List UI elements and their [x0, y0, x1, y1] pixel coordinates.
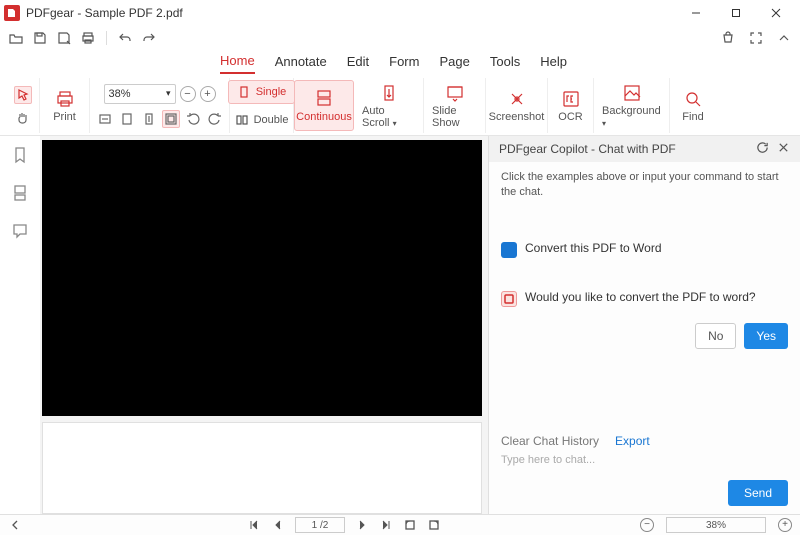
- prev-page-icon[interactable]: [271, 518, 285, 532]
- menu-edit[interactable]: Edit: [347, 54, 369, 73]
- thumbnail-strip[interactable]: [42, 422, 482, 514]
- fullscreen-icon[interactable]: [748, 30, 764, 46]
- auto-scroll-label: Auto Scroll ▾: [362, 105, 415, 129]
- background-icon[interactable]: [622, 83, 642, 103]
- redo-icon[interactable]: [141, 30, 157, 46]
- titlebar: PDFgear - Sample PDF 2.pdf: [0, 0, 800, 26]
- menubar: Home Annotate Edit Form Page Tools Help: [0, 50, 800, 76]
- fit-width-icon[interactable]: [96, 110, 114, 128]
- slide-show-label: Slide Show: [432, 105, 477, 129]
- close-button[interactable]: [756, 0, 796, 26]
- single-page-button[interactable]: Single: [228, 80, 296, 104]
- continuous-icon[interactable]: [314, 89, 334, 109]
- menu-annotate[interactable]: Annotate: [275, 54, 327, 73]
- clear-history-link[interactable]: Clear Chat History: [501, 434, 599, 448]
- statusbar: 1 /2 − 38% +: [0, 514, 800, 535]
- copilot-hint: Click the examples above or input your c…: [501, 170, 788, 201]
- rotate-right-icon[interactable]: [206, 110, 224, 128]
- ocr-icon[interactable]: [561, 89, 581, 109]
- select-tool[interactable]: [14, 86, 32, 104]
- copilot-refresh-icon[interactable]: [756, 141, 769, 157]
- zoom-in-button[interactable]: +: [200, 86, 216, 102]
- zoom-in-status[interactable]: +: [778, 518, 792, 532]
- find-icon[interactable]: [683, 89, 703, 109]
- copilot-bot-message: Would you like to convert the PDF to wor…: [501, 290, 788, 307]
- user-avatar-icon: [501, 242, 517, 258]
- background-label: Background ▾: [602, 105, 661, 129]
- page-rotate-right-icon[interactable]: [427, 518, 441, 532]
- bot-avatar-icon: [501, 291, 517, 307]
- fit-height-icon[interactable]: [140, 110, 158, 128]
- yes-button[interactable]: Yes: [744, 323, 788, 349]
- comments-panel-icon[interactable]: [11, 222, 29, 240]
- page-indicator[interactable]: 1 /2: [295, 517, 345, 533]
- save-as-icon[interactable]: [56, 30, 72, 46]
- thumbnails-panel-icon[interactable]: [11, 184, 29, 202]
- expand-sidebar-icon[interactable]: [8, 518, 22, 532]
- last-page-icon[interactable]: [379, 518, 393, 532]
- minimize-button[interactable]: [676, 0, 716, 26]
- menu-help[interactable]: Help: [540, 54, 567, 73]
- copilot-user-message: Convert this PDF to Word: [501, 241, 788, 258]
- undo-icon[interactable]: [117, 30, 133, 46]
- copilot-panel: PDFgear Copilot - Chat with PDF Click th…: [488, 136, 800, 514]
- zoom-out-status[interactable]: −: [640, 518, 654, 532]
- bot-message-text: Would you like to convert the PDF to wor…: [525, 290, 756, 304]
- page-rotate-left-icon[interactable]: [403, 518, 417, 532]
- continuous-label: Continuous: [296, 111, 352, 123]
- shopping-icon[interactable]: [720, 30, 736, 46]
- print-label: Print: [53, 111, 76, 123]
- window-title: PDFgear - Sample PDF 2.pdf: [26, 6, 676, 20]
- double-label: Double: [254, 114, 289, 126]
- ribbon-toolbar: Print 38%▾ − + Single Double Continuous …: [0, 76, 800, 136]
- bookmark-panel-icon[interactable]: [11, 146, 29, 164]
- menu-form[interactable]: Form: [389, 54, 419, 73]
- menu-home[interactable]: Home: [220, 53, 255, 74]
- actual-size-icon[interactable]: [162, 110, 180, 128]
- quick-access-toolbar: [0, 26, 800, 50]
- print-icon[interactable]: [80, 30, 96, 46]
- menu-tools[interactable]: Tools: [490, 54, 520, 73]
- screenshot-icon[interactable]: [507, 89, 527, 109]
- workspace: PDFgear Copilot - Chat with PDF Click th…: [0, 136, 800, 514]
- zoom-value: 38%: [109, 88, 131, 100]
- menu-page[interactable]: Page: [439, 54, 469, 73]
- user-message-text: Convert this PDF to Word: [525, 241, 662, 255]
- zoom-out-button[interactable]: −: [180, 86, 196, 102]
- maximize-button[interactable]: [716, 0, 756, 26]
- copilot-header: PDFgear Copilot - Chat with PDF: [489, 136, 800, 162]
- first-page-icon[interactable]: [247, 518, 261, 532]
- fit-page-icon[interactable]: [118, 110, 136, 128]
- export-link[interactable]: Export: [615, 434, 650, 448]
- auto-scroll-icon[interactable]: [379, 83, 399, 103]
- chat-input[interactable]: Type here to chat...: [501, 448, 788, 472]
- double-page-button[interactable]: Double: [227, 108, 297, 132]
- open-icon[interactable]: [8, 30, 24, 46]
- find-label: Find: [682, 111, 703, 123]
- copilot-title: PDFgear Copilot - Chat with PDF: [499, 142, 676, 156]
- next-page-icon[interactable]: [355, 518, 369, 532]
- zoom-select[interactable]: 38%▾: [104, 84, 176, 104]
- copilot-close-icon[interactable]: [777, 141, 790, 157]
- page-view[interactable]: [42, 140, 482, 416]
- print-button-icon[interactable]: [55, 89, 75, 109]
- hand-tool[interactable]: [14, 108, 32, 126]
- save-icon[interactable]: [32, 30, 48, 46]
- ocr-label: OCR: [558, 111, 582, 123]
- slide-show-icon[interactable]: [445, 83, 465, 103]
- document-area: [40, 136, 488, 514]
- left-rail: [0, 136, 40, 514]
- screenshot-label: Screenshot: [489, 111, 545, 123]
- send-button[interactable]: Send: [728, 480, 788, 506]
- zoom-indicator[interactable]: 38%: [666, 517, 766, 533]
- rotate-left-icon[interactable]: [184, 110, 202, 128]
- single-label: Single: [256, 86, 287, 98]
- app-icon: [4, 5, 20, 21]
- no-button[interactable]: No: [695, 323, 736, 349]
- collapse-ribbon-icon[interactable]: [776, 30, 792, 46]
